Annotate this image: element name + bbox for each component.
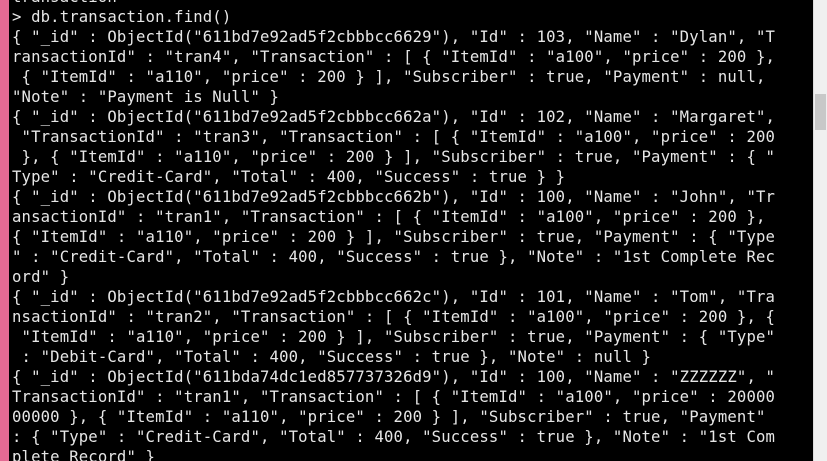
terminal-line: { "ItemId" : "a110", "price" : 200 } ], … [12,68,766,86]
terminal-line: TransactionId" : "tran1", "Transaction" … [12,388,776,406]
terminal-line: { "_id" : ObjectId("611bd7e92ad5f2cbbbcc… [12,108,776,126]
window-left-border [0,0,9,461]
terminal-line: "TransactionId" : "tran3", "Transaction"… [12,128,776,146]
terminal-line: ord" } [12,268,70,286]
terminal-line: " : "Credit-Card", "Total" : 400, "Succe… [12,248,776,266]
vertical-scrollbar[interactable] [813,0,827,461]
terminal-line: : "Debit-Card", "Total" : 400, "Success"… [12,348,652,366]
scrollbar-thumb[interactable] [815,94,826,130]
terminal-line: { "_id" : ObjectId("611bda74dc1ed8577373… [12,368,776,386]
terminal-output-area[interactable]: transaction > db.transaction.find() { "_… [9,0,813,461]
terminal-line: transaction [12,0,775,7]
terminal-window: transaction > db.transaction.find() { "_… [0,0,827,461]
terminal-line: ransactionId" : "tran4", "Transaction" :… [12,48,776,66]
terminal-line: { "_id" : ObjectId("611bd7e92ad5f2cbbbcc… [12,288,776,306]
terminal-line: plete Record" } [12,448,156,461]
terminal-line: { "_id" : ObjectId("611bd7e92ad5f2cbbbcc… [12,188,776,206]
terminal-line: 00000 }, { "ItemId" : "a110", "price" : … [12,408,766,426]
terminal-line-command: > db.transaction.find() [12,8,232,26]
terminal-line: }, { "ItemId" : "a110", "price" : 200 } … [12,148,776,166]
terminal-line: "Note" : "Payment is Null" } [12,88,280,106]
terminal-line: ansactionId" : "tran1", "Transaction" : … [12,208,766,226]
terminal-line: { "ItemId" : "a110", "price" : 200 } ], … [12,228,776,246]
terminal-lines: transaction > db.transaction.find() { "_… [12,0,775,461]
terminal-line: nsactionId" : "tran2", "Transaction" : [… [12,308,776,326]
terminal-line: { "_id" : ObjectId("611bd7e92ad5f2cbbbcc… [12,28,776,46]
terminal-line: : { "Type" : "Credit-Card", "Total" : 40… [12,428,776,446]
terminal-line: Type" : "Credit-Card", "Total" : 400, "S… [12,168,566,186]
terminal-line: "ItemId" : "a110", "price" : 200 } ], "S… [12,328,776,346]
